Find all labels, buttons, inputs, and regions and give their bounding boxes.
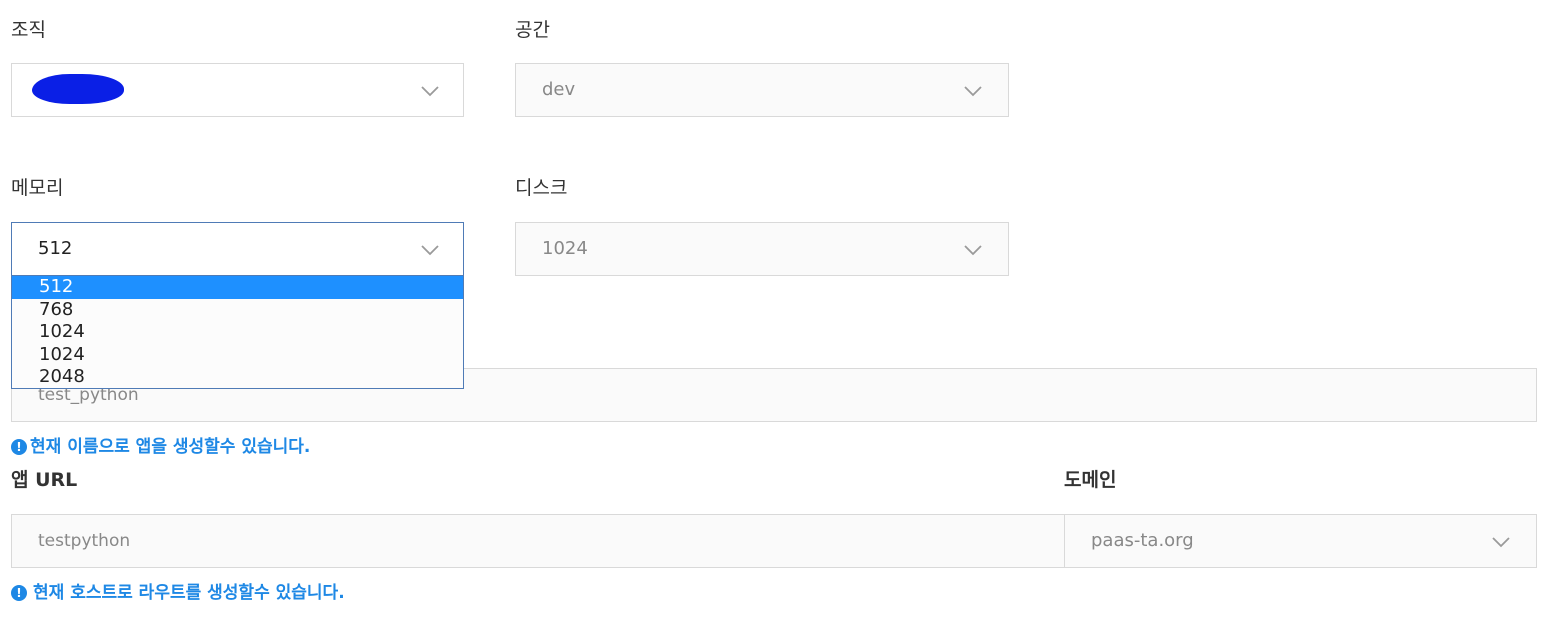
chevron-down-icon xyxy=(420,244,440,256)
space-select[interactable]: dev xyxy=(515,63,1009,117)
app-url-hint-text: 현재 호스트로 라우트를 생성할수 있습니다. xyxy=(33,583,345,603)
disk-label: 디스크 xyxy=(515,177,568,199)
app-name-hint: ! 현재 이름으로 앱을 생성할수 있습니다. xyxy=(11,436,310,458)
memory-value: 512 xyxy=(38,238,73,259)
memory-option[interactable]: 2048 xyxy=(12,366,463,389)
redacted-org-value xyxy=(32,74,124,104)
space-label: 공간 xyxy=(515,19,550,41)
org-label: 조직 xyxy=(11,19,46,41)
domain-label: 도메인 xyxy=(1064,469,1117,491)
disk-value: 1024 xyxy=(542,238,588,259)
chevron-down-icon xyxy=(963,85,983,97)
app-url-hint: ! 현재 호스트로 라우트를 생성할수 있습니다. xyxy=(11,582,345,604)
domain-value: paas-ta.org xyxy=(1091,530,1194,551)
memory-option[interactable]: 1024 xyxy=(12,321,463,344)
org-select[interactable] xyxy=(11,63,464,117)
disk-select[interactable]: 1024 xyxy=(515,222,1009,276)
memory-select[interactable]: 512 xyxy=(11,222,464,276)
app-url-label: 앱 URL xyxy=(11,469,78,491)
exclamation-circle-icon: ! xyxy=(11,585,27,601)
space-value: dev xyxy=(542,79,576,100)
memory-label: 메모리 xyxy=(11,177,64,199)
memory-option[interactable]: 1024 xyxy=(12,344,463,367)
memory-option[interactable]: 768 xyxy=(12,299,463,322)
chevron-down-icon xyxy=(1491,536,1511,548)
domain-select[interactable]: paas-ta.org xyxy=(1064,514,1537,568)
chevron-down-icon xyxy=(963,244,983,256)
app-name-hint-text: 현재 이름으로 앱을 생성할수 있습니다. xyxy=(30,437,311,457)
app-url-input[interactable]: testpython xyxy=(11,514,1065,568)
chevron-down-icon xyxy=(420,85,440,97)
memory-option[interactable]: 512 xyxy=(12,276,463,299)
memory-dropdown-list: 512 768 1024 1024 2048 xyxy=(11,276,464,389)
app-url-value: testpython xyxy=(38,531,131,551)
exclamation-circle-icon: ! xyxy=(11,439,27,455)
